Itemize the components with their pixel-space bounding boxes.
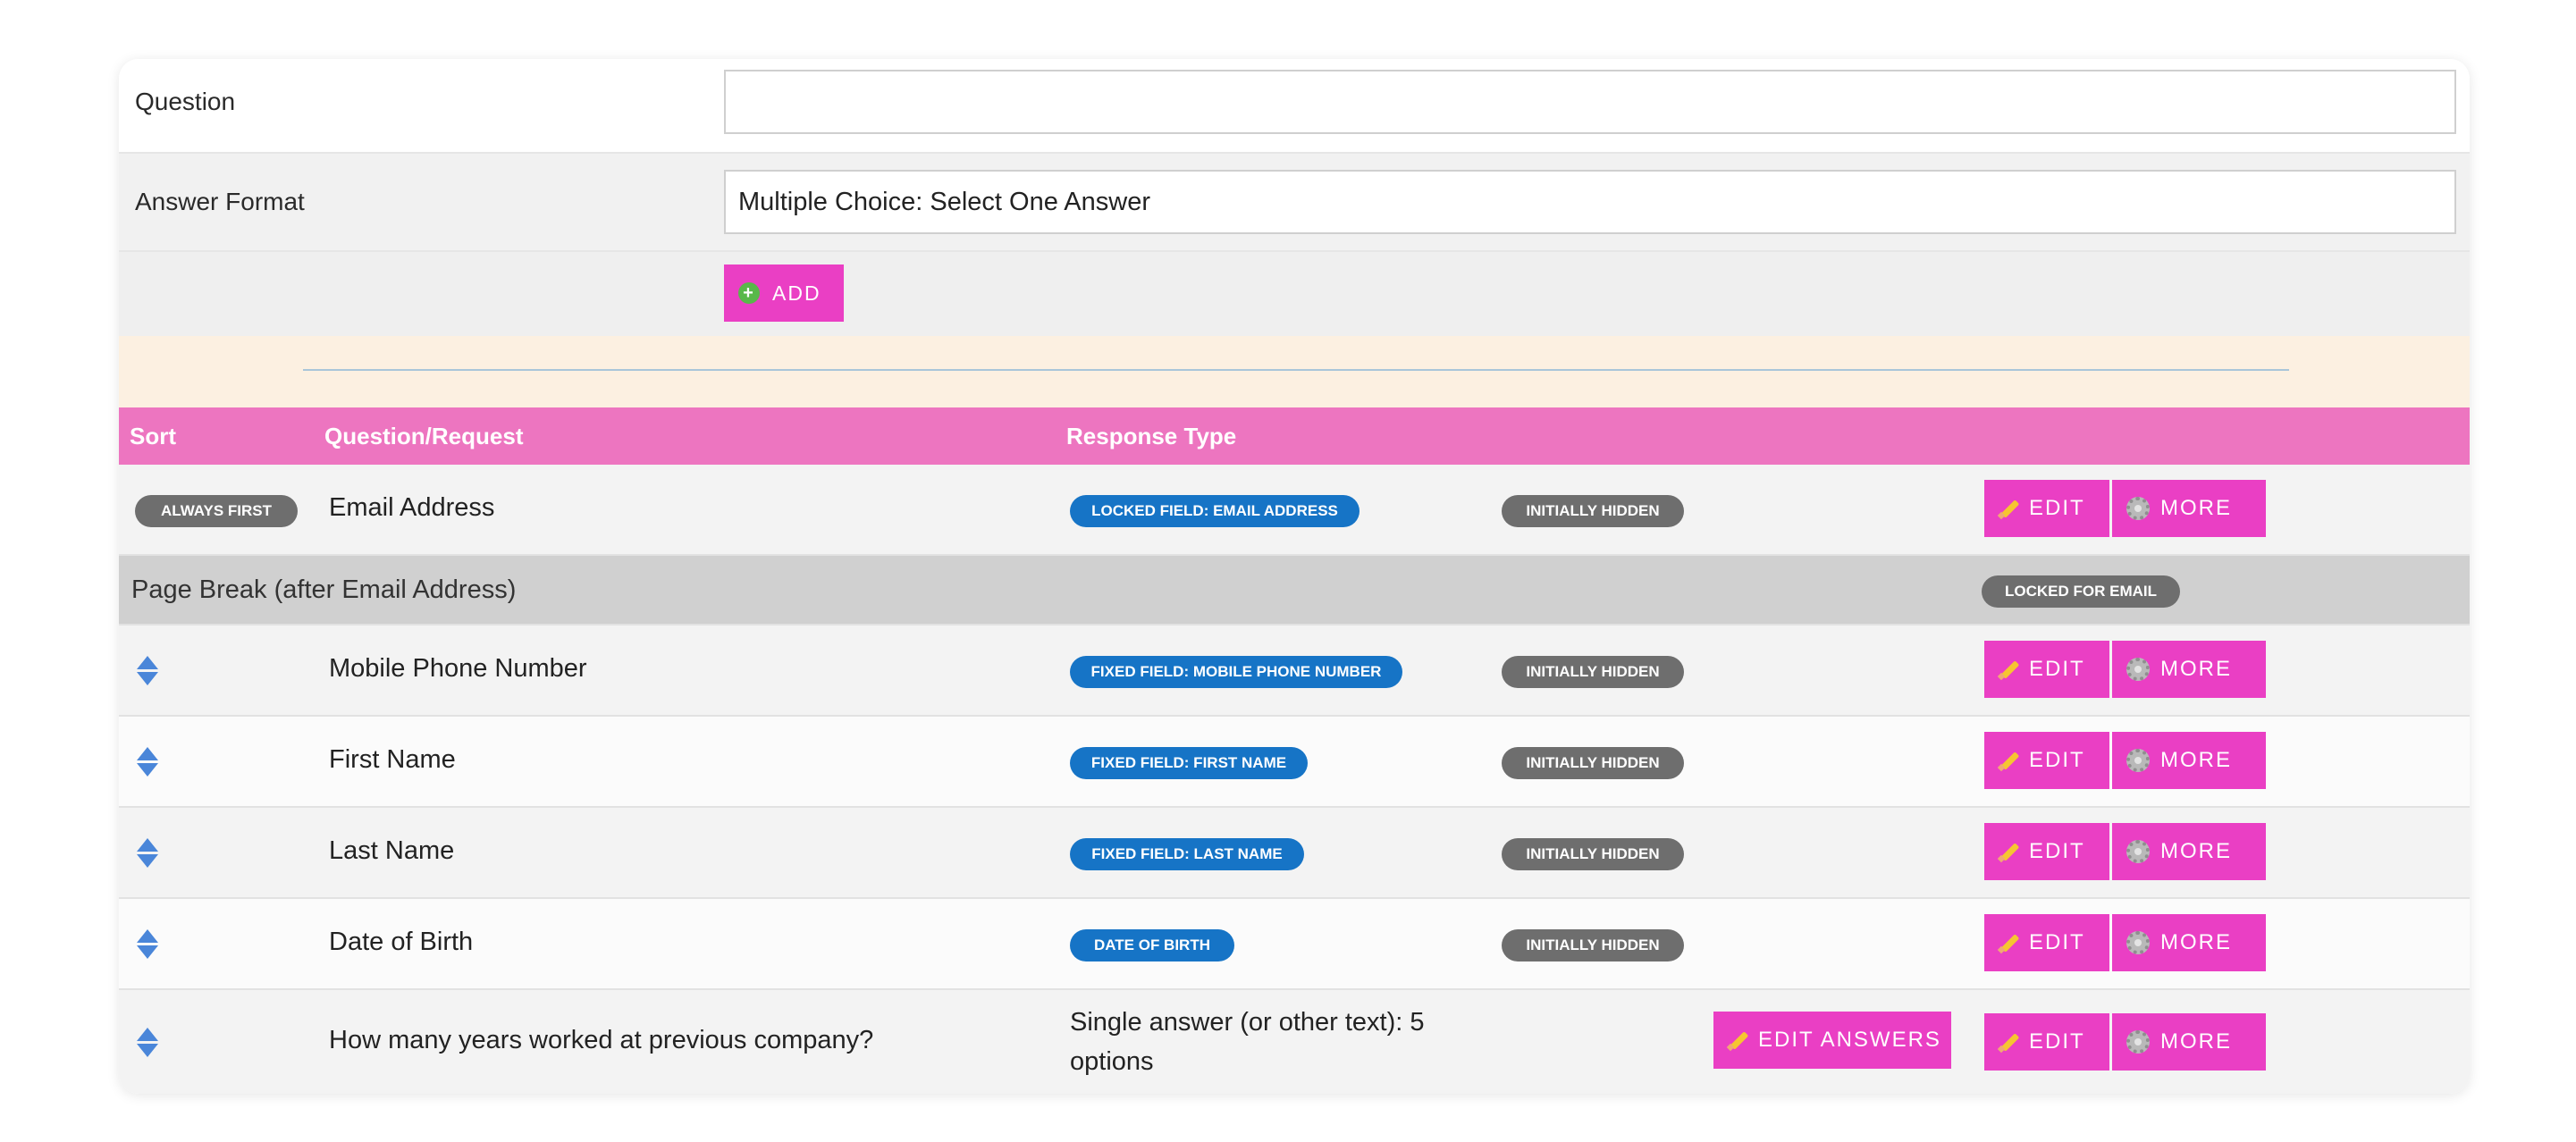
pencil-icon [1999, 842, 2018, 861]
page-break-label: Page Break (after Email Address) [131, 575, 517, 604]
more-button-label: MORE [2160, 496, 2232, 520]
question-label: Question [135, 88, 236, 115]
edit-button-label: EDIT [2029, 748, 2085, 772]
more-button[interactable]: MORE [2112, 823, 2266, 880]
edit-button[interactable]: EDIT [1984, 914, 2109, 971]
divider-area [119, 336, 2470, 407]
response-type-badge: FIXED FIELD: MOBILE PHONE NUMBER [1070, 656, 1402, 688]
header-question: Question/Request [324, 423, 524, 449]
table-header: Sort Question/Request Response Type [119, 407, 2470, 465]
edit-answers-button[interactable]: EDIT ANSWERS [1713, 1012, 1951, 1069]
more-button[interactable]: MORE [2112, 914, 2266, 971]
sort-arrows-icon[interactable] [137, 747, 158, 777]
gear-icon [2126, 658, 2150, 681]
question-text: First Name [329, 745, 456, 774]
initially-hidden-badge: INITIALLY HIDDEN [1502, 929, 1684, 961]
plus-circle-icon: + [738, 282, 760, 304]
question-text: Email Address [329, 493, 495, 522]
question-text: How many years worked at previous compan… [329, 1026, 874, 1054]
table-row: Date of Birth DATE OF BIRTH INITIALLY HI… [119, 899, 2470, 990]
edit-button[interactable]: EDIT [1984, 1013, 2109, 1071]
edit-button[interactable]: EDIT [1984, 732, 2109, 789]
gear-icon [2126, 749, 2150, 772]
survey-question-editor: Question Answer Format Multiple Choice: … [119, 59, 2470, 1094]
add-button[interactable]: + ADD [724, 265, 844, 322]
always-first-badge: ALWAYS FIRST [135, 495, 298, 527]
more-button-label: MORE [2160, 930, 2232, 954]
question-text: Mobile Phone Number [329, 654, 587, 683]
page-break-row: Page Break (after Email Address) LOCKED … [119, 556, 2470, 626]
response-type-badge: FIXED FIELD: FIRST NAME [1070, 747, 1308, 779]
more-button[interactable]: MORE [2112, 1013, 2266, 1071]
more-button-label: MORE [2160, 839, 2232, 863]
edit-button[interactable]: EDIT [1984, 480, 2109, 537]
initially-hidden-badge: INITIALLY HIDDEN [1502, 656, 1684, 688]
initially-hidden-badge: INITIALLY HIDDEN [1502, 838, 1684, 870]
edit-button[interactable]: EDIT [1984, 823, 2109, 880]
edit-button-label: EDIT [2029, 1029, 2085, 1054]
more-button-label: MORE [2160, 748, 2232, 772]
add-row: + ADD [119, 250, 2470, 336]
pencil-icon [1999, 1032, 2018, 1052]
sort-arrows-icon[interactable] [137, 929, 158, 960]
answer-format-row: Answer Format Multiple Choice: Select On… [119, 152, 2470, 250]
table-row: Mobile Phone Number FIXED FIELD: MOBILE … [119, 626, 2470, 717]
question-row: Question [119, 59, 2470, 152]
question-text: Date of Birth [329, 928, 474, 956]
edit-button-label: EDIT [2029, 496, 2085, 520]
sort-arrows-icon[interactable] [137, 838, 158, 869]
more-button[interactable]: MORE [2112, 480, 2266, 537]
response-type-badge: DATE OF BIRTH [1070, 929, 1234, 961]
initially-hidden-badge: INITIALLY HIDDEN [1502, 495, 1684, 527]
gear-icon [2126, 931, 2150, 954]
initially-hidden-badge: INITIALLY HIDDEN [1502, 747, 1684, 779]
edit-button-label: EDIT [2029, 930, 2085, 954]
response-type-badge: FIXED FIELD: LAST NAME [1070, 838, 1304, 870]
table-row: Last Name FIXED FIELD: LAST NAME INITIAL… [119, 808, 2470, 899]
pencil-icon [1999, 751, 2018, 770]
table-row: ALWAYS FIRST Email Address LOCKED FIELD:… [119, 465, 2470, 556]
add-button-label: ADD [772, 281, 821, 305]
gear-icon [2126, 840, 2150, 863]
more-button-label: MORE [2160, 1029, 2232, 1054]
question-input[interactable] [724, 70, 2456, 134]
pencil-icon [1999, 933, 2018, 953]
gear-icon [2126, 497, 2150, 520]
edit-button-label: EDIT [2029, 657, 2085, 681]
pencil-icon [1728, 1030, 1747, 1050]
more-button[interactable]: MORE [2112, 641, 2266, 698]
gear-icon [2126, 1030, 2150, 1054]
response-type-text: Single answer (or other text): 5 options [1070, 1008, 1425, 1076]
sort-arrows-icon[interactable] [137, 656, 158, 686]
response-type-badge: LOCKED FIELD: EMAIL ADDRESS [1070, 495, 1360, 527]
more-button-label: MORE [2160, 657, 2232, 681]
divider-line [303, 369, 2289, 371]
edit-button-label: EDIT [2029, 839, 2085, 863]
pencil-icon [1999, 659, 2018, 679]
sort-arrows-icon[interactable] [137, 1028, 158, 1058]
header-response-type: Response Type [1066, 423, 1237, 449]
answer-format-select[interactable]: Multiple Choice: Select One Answer [724, 170, 2456, 234]
table-row: How many years worked at previous compan… [119, 990, 2470, 1094]
header-sort: Sort [130, 423, 176, 449]
answer-format-label: Answer Format [135, 188, 305, 215]
edit-button[interactable]: EDIT [1984, 641, 2109, 698]
locked-for-email-badge: LOCKED FOR EMAIL [1982, 575, 2180, 608]
edit-answers-button-label: EDIT ANSWERS [1758, 1028, 1941, 1052]
more-button[interactable]: MORE [2112, 732, 2266, 789]
pencil-icon [1999, 499, 2018, 518]
question-text: Last Name [329, 836, 455, 865]
table-row: First Name FIXED FIELD: FIRST NAME INITI… [119, 717, 2470, 808]
